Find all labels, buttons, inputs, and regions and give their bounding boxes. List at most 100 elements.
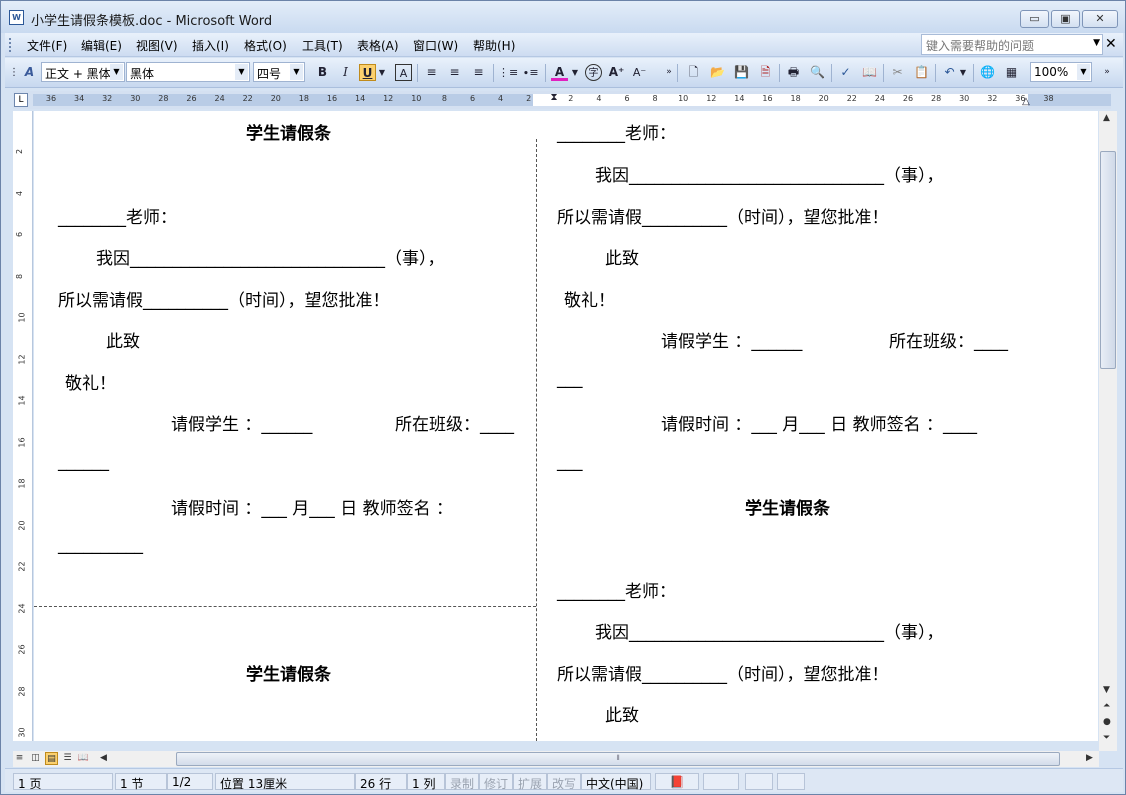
- toolbar-options-icon[interactable]: »: [665, 64, 673, 81]
- chevron-down-icon[interactable]: ▼: [1093, 38, 1100, 48]
- status-extend[interactable]: 扩展: [513, 773, 547, 791]
- horizontal-scroll-thumb[interactable]: ⦀: [176, 752, 1060, 766]
- menu-edit[interactable]: 编辑(E): [81, 37, 122, 54]
- chevron-down-icon[interactable]: ▼: [235, 64, 248, 80]
- bold-icon[interactable]: B: [314, 64, 331, 81]
- hyperlink-icon[interactable]: 🌐: [979, 64, 996, 81]
- shrink-font-icon[interactable]: A⁻: [631, 64, 648, 81]
- status-track[interactable]: 修订: [479, 773, 513, 791]
- separator: [545, 64, 546, 82]
- status-record[interactable]: 录制: [445, 773, 479, 791]
- previous-page-icon[interactable]: ⏶: [1103, 701, 1110, 711]
- tab-stop-selector[interactable]: L: [14, 93, 28, 107]
- vertical-ruler[interactable]: 2 4 6 8 10 12 14 16 18 20 22 24 26 28 30: [13, 111, 33, 741]
- chevron-down-icon[interactable]: ▼: [1077, 64, 1090, 80]
- align-left-icon[interactable]: ≡: [423, 64, 440, 81]
- teacher-line: ________老师：: [58, 208, 177, 228]
- close-button[interactable]: ✕: [1082, 10, 1118, 28]
- cut-line: [34, 606, 536, 607]
- cut-icon[interactable]: ✂: [889, 64, 906, 81]
- print-view-icon[interactable]: ▤: [45, 752, 58, 765]
- numbering-icon[interactable]: ⋮≡: [498, 64, 518, 81]
- horizontal-ruler[interactable]: L ⧗ △ 36 34 32 30 28 26 24 22 20 18 16 14 12 10 8 6 4 2 2 4…: [13, 91, 1111, 109]
- font-color-icon[interactable]: A: [551, 64, 568, 81]
- scroll-down-icon[interactable]: ▼: [1103, 685, 1110, 695]
- separator: [417, 64, 418, 82]
- spelling-icon[interactable]: ✓: [837, 64, 854, 81]
- permission-icon[interactable]: 🗎: [757, 64, 774, 81]
- bullets-icon[interactable]: ∙≡: [522, 64, 539, 81]
- reading-view-icon[interactable]: 📖: [77, 752, 90, 765]
- status-language[interactable]: 中文(中国): [581, 773, 651, 791]
- spellcheck-icon[interactable]: 📕: [655, 773, 699, 790]
- vruler-tick-label: 10: [17, 312, 27, 323]
- menu-table[interactable]: 表格(A): [357, 37, 399, 54]
- scroll-left-icon[interactable]: ◀: [97, 752, 110, 765]
- word-app-icon[interactable]: W: [9, 10, 24, 25]
- horizontal-scrollbar[interactable]: ≡ ◫ ▤ ☰ 📖 ◀ ⦀ ▶: [13, 751, 1099, 767]
- ruler-tick-label: 6: [624, 94, 630, 103]
- new-document-icon[interactable]: 🗋: [685, 64, 702, 81]
- document-close-icon[interactable]: ✕: [1105, 36, 1117, 52]
- research-icon[interactable]: 📖: [861, 64, 878, 81]
- font-select[interactable]: 黑体 ▼: [126, 62, 250, 82]
- font-size-select[interactable]: 四号 ▼: [253, 62, 305, 82]
- align-justify-icon[interactable]: ≡: [470, 64, 487, 81]
- print-preview-icon[interactable]: 🔍: [809, 64, 826, 81]
- vertical-scrollbar[interactable]: ▲ ▼ ⏶ ● ⏷: [1099, 111, 1117, 751]
- italic-icon[interactable]: I: [337, 64, 354, 81]
- enclose-char-icon[interactable]: 字: [585, 64, 602, 81]
- menu-insert[interactable]: 插入(I): [192, 37, 229, 54]
- minimize-button[interactable]: ▭: [1020, 10, 1049, 28]
- chevron-down-icon[interactable]: ▼: [110, 64, 123, 80]
- ruler-tick-label: 30: [130, 94, 141, 103]
- normal-view-icon[interactable]: ≡: [13, 752, 26, 765]
- formatting-toolbar: ⋮ A 正文 + 黑体 ▼ 黑体 ▼ 四号 ▼ B I U ▼ A ≡ ≡ ≡ …: [5, 58, 1123, 88]
- toolbar-options-icon[interactable]: »: [1103, 64, 1111, 81]
- save-icon[interactable]: 💾: [733, 64, 750, 81]
- browse-object-icon[interactable]: ●: [1103, 717, 1111, 727]
- styles-pane-icon[interactable]: A: [21, 64, 38, 81]
- ruler-tick-label: 2: [568, 94, 574, 103]
- next-page-icon[interactable]: ⏷: [1103, 733, 1110, 743]
- menu-view[interactable]: 视图(V): [136, 37, 178, 54]
- indent-marker-icon[interactable]: ⧗: [549, 89, 559, 106]
- vertical-scroll-thumb[interactable]: [1100, 151, 1116, 369]
- chevron-down-icon[interactable]: ▼: [959, 64, 967, 81]
- status-overwrite[interactable]: 改写: [547, 773, 581, 791]
- ruler-tick-label: 26: [186, 94, 197, 103]
- window-title: 小学生请假条模板.doc - Microsoft Word: [31, 14, 273, 29]
- zoom-select[interactable]: 100% ▼: [1030, 62, 1092, 82]
- paste-icon[interactable]: 📋: [913, 64, 930, 81]
- chevron-down-icon[interactable]: ▼: [378, 64, 386, 81]
- menu-tools[interactable]: 工具(T): [302, 37, 343, 54]
- maximize-button[interactable]: ▣: [1051, 10, 1080, 28]
- help-search-box[interactable]: 键入需要帮助的问题 ▼: [921, 34, 1103, 55]
- menu-help[interactable]: 帮助(H): [473, 37, 515, 54]
- document-canvas[interactable]: 学生请假条 ________老师： 我因____________________…: [34, 111, 1098, 741]
- ruler-tick-label: 2: [526, 94, 532, 103]
- char-border-icon[interactable]: A: [395, 64, 412, 81]
- open-folder-icon[interactable]: 📂: [709, 64, 726, 81]
- insert-table-icon[interactable]: ▦: [1003, 64, 1020, 81]
- outline-view-icon[interactable]: ☰: [61, 752, 74, 765]
- style-select[interactable]: 正文 + 黑体 ▼: [41, 62, 125, 82]
- menu-window[interactable]: 窗口(W): [413, 37, 458, 54]
- scroll-up-icon[interactable]: ▲: [1103, 113, 1110, 123]
- menu-file[interactable]: 文件(F): [27, 37, 67, 54]
- print-icon[interactable]: 🖶: [785, 64, 802, 81]
- closing-cizhi: 此致: [605, 706, 639, 726]
- chevron-down-icon[interactable]: ▼: [290, 64, 303, 80]
- undo-icon[interactable]: ↶: [941, 64, 958, 81]
- reason-line: 我因______________________________（事），: [595, 166, 944, 186]
- scroll-right-icon[interactable]: ▶: [1083, 752, 1096, 765]
- toolbar-grip-icon[interactable]: ⋮: [9, 64, 19, 81]
- align-center-icon[interactable]: ≡: [446, 64, 463, 81]
- chevron-down-icon[interactable]: ▼: [571, 64, 579, 81]
- grow-font-icon[interactable]: A⁺: [608, 64, 625, 81]
- menu-grip[interactable]: [9, 38, 12, 52]
- web-view-icon[interactable]: ◫: [29, 752, 42, 765]
- underline-icon[interactable]: U: [359, 64, 376, 81]
- class-field: 所在班级：____: [889, 332, 1008, 352]
- menu-format[interactable]: 格式(O): [244, 37, 287, 54]
